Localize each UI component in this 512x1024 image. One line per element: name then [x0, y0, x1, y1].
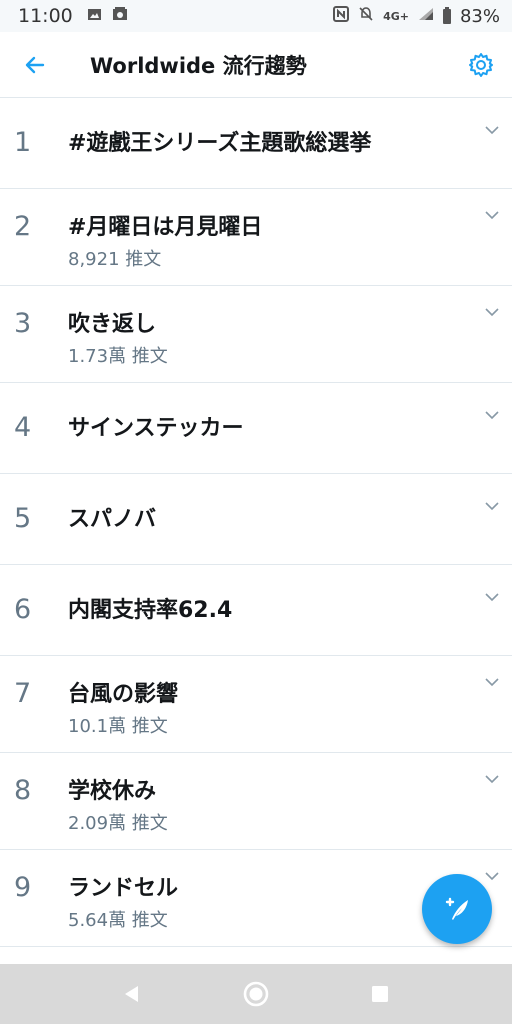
trend-tweet-count: 2.09萬 推文 [68, 813, 168, 834]
trend-item[interactable]: 3 吹き返し 1.73萬 推文 [0, 286, 512, 383]
nav-home-button[interactable] [236, 974, 276, 1014]
mute-bell-icon [358, 6, 374, 26]
trend-item[interactable]: 2 #月曜日は月見曜日 8,921 推文 [0, 189, 512, 286]
trend-rank: 2 [14, 211, 32, 242]
trend-item[interactable]: 4 サインステッカー [0, 383, 512, 474]
chevron-down-icon[interactable] [482, 207, 502, 223]
trend-tweet-count: 5.64萬 推文 [68, 910, 168, 931]
battery-percent: 83% [459, 5, 500, 27]
signal-icon [418, 7, 434, 25]
trend-name: 学校休み [68, 779, 157, 804]
trend-rank: 7 [14, 678, 32, 709]
nav-back-button[interactable] [112, 974, 152, 1014]
compose-tweet-button[interactable] [422, 874, 492, 944]
trend-name: 吹き返し [68, 312, 157, 337]
status-time: 11:00 [18, 5, 73, 27]
circle-home-icon [243, 981, 269, 1007]
chevron-down-icon[interactable] [482, 674, 502, 690]
trend-rank: 5 [14, 503, 32, 534]
trend-item[interactable]: 8 学校休み 2.09萬 推文 [0, 753, 512, 850]
trend-rank: 3 [14, 308, 32, 339]
header: Worldwide 流行趨勢 [0, 32, 512, 98]
trend-rank: 8 [14, 775, 32, 806]
trend-name: 内閣支持率62.4 [68, 598, 233, 623]
trend-name: ランドセル [68, 876, 179, 901]
trend-rank: 1 [14, 127, 32, 158]
chevron-down-icon[interactable] [482, 498, 502, 514]
page-title: Worldwide 流行趨勢 [90, 53, 307, 78]
square-recents-icon [372, 986, 388, 1002]
network-type: 4G+ [383, 9, 409, 23]
gear-icon [469, 52, 493, 77]
arrow-left-icon [25, 56, 45, 73]
status-right-group: 4G+ 83% [333, 6, 500, 27]
trend-rank: 4 [14, 412, 32, 443]
trend-rank: 6 [14, 594, 32, 625]
trend-tweet-count: 10.1萬 推文 [68, 716, 168, 737]
trend-item[interactable]: 7 台風の影響 10.1萬 推文 [0, 656, 512, 753]
trend-name: サインステッカー [68, 416, 244, 441]
trend-name: #月曜日は月見曜日 [68, 215, 263, 240]
chevron-down-icon[interactable] [482, 122, 502, 138]
settings-button[interactable] [450, 32, 512, 98]
chevron-down-icon[interactable] [482, 771, 502, 787]
nav-recents-button[interactable] [360, 974, 400, 1014]
trend-item[interactable]: 6 内閣支持率62.4 [0, 565, 512, 656]
trend-item[interactable]: 5 スパノバ [0, 474, 512, 565]
trend-list: 1 #遊戲王シリーズ主題歌総選挙 2 #月曜日は月見曜日 8,921 推文 3 … [0, 98, 512, 947]
gallery-notification-icon [112, 6, 128, 26]
back-button[interactable] [0, 32, 70, 98]
trend-name: スパノバ [68, 507, 157, 532]
trend-tweet-count: 1.73萬 推文 [68, 346, 168, 367]
triangle-back-icon [125, 986, 138, 1002]
battery-icon [442, 6, 451, 24]
trend-rank: 9 [14, 872, 32, 903]
system-nav-bar [0, 964, 512, 1024]
trend-tweet-count: 8,921 推文 [68, 249, 162, 270]
nfc-icon [333, 6, 350, 26]
compose-tweet-icon [445, 897, 468, 920]
trend-name: 台風の影響 [68, 682, 179, 707]
trend-name: #遊戲王シリーズ主題歌総選挙 [68, 131, 372, 156]
chevron-down-icon[interactable] [482, 868, 502, 884]
image-notification-icon [87, 7, 102, 26]
chevron-down-icon[interactable] [482, 589, 502, 605]
chevron-down-icon[interactable] [482, 407, 502, 423]
status-bar: 11:00 4G+ 83% [0, 0, 512, 32]
chevron-down-icon[interactable] [482, 304, 502, 320]
trend-item[interactable]: 1 #遊戲王シリーズ主題歌総選挙 [0, 98, 512, 189]
